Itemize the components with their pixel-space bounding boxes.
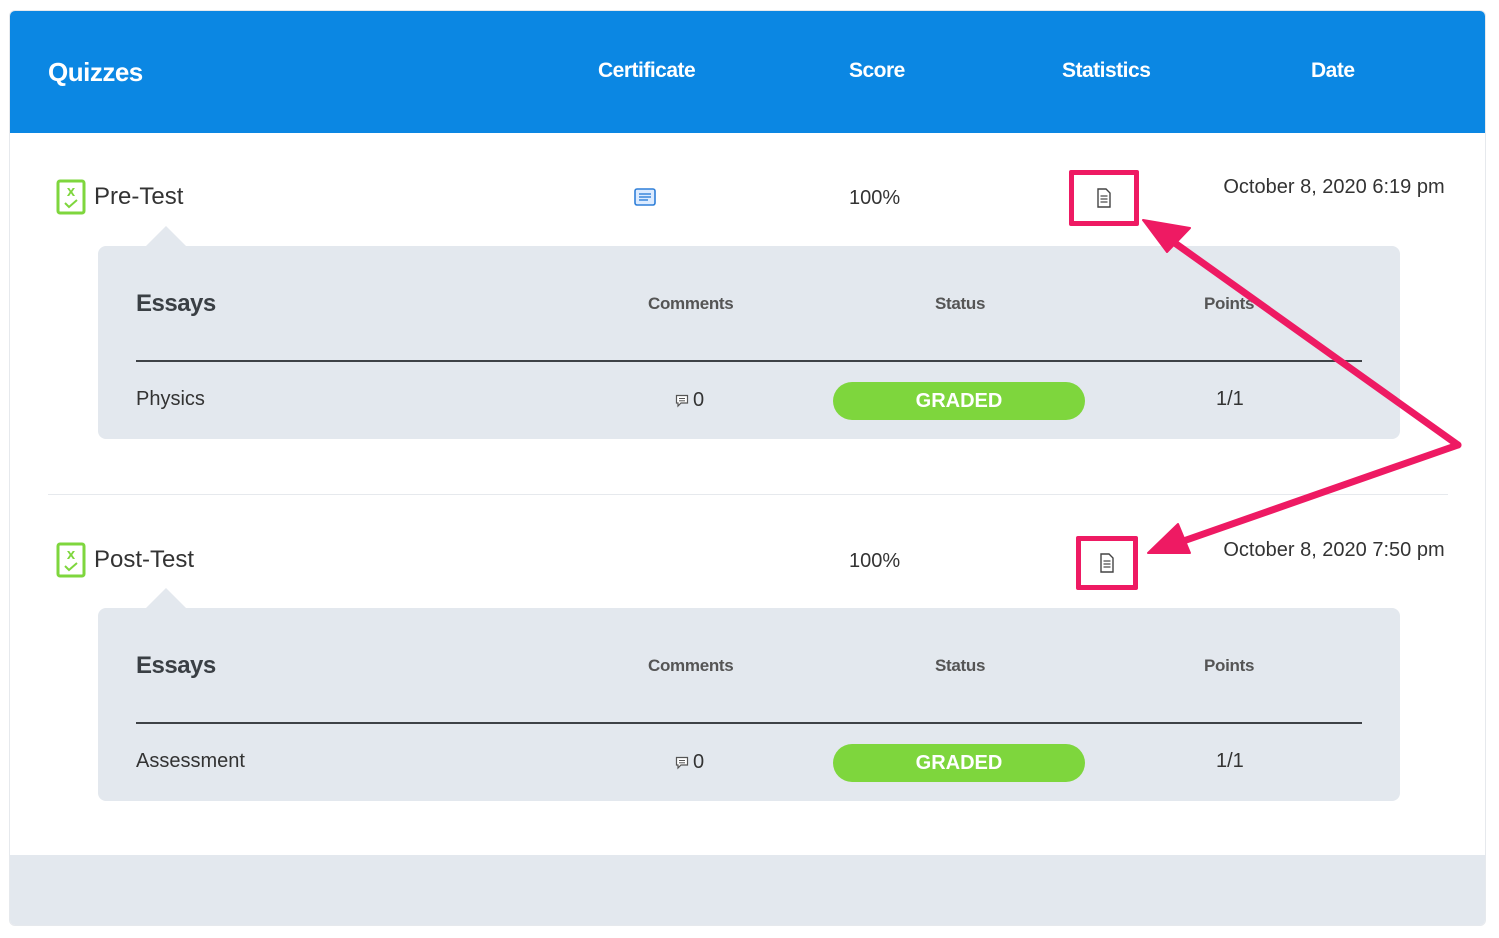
essay-name-link[interactable]: Assessment	[136, 750, 245, 773]
quiz-name-link[interactable]: Pre-Test	[94, 183, 183, 211]
essay-name-link[interactable]: Physics	[136, 388, 205, 411]
essay-box-notch	[146, 588, 186, 608]
comments-column-header: Comments	[648, 656, 734, 675]
score-column-header: Score	[849, 59, 905, 82]
essay-points: 1/1	[1216, 388, 1244, 410]
statistics-document-icon	[1097, 188, 1111, 208]
essay-comments[interactable]: 0	[675, 389, 704, 412]
essay-box-notch	[146, 226, 186, 246]
essays-header-divider	[136, 360, 1362, 362]
statistics-button[interactable]	[1069, 170, 1139, 226]
quiz-date: October 8, 2020 7:50 pm	[1223, 539, 1445, 561]
quizzes-header: Quizzes Certificate Score Statistics Dat…	[10, 11, 1485, 133]
quiz-icon: X	[56, 542, 86, 578]
statistics-document-icon	[1100, 553, 1114, 573]
certificate-icon[interactable]	[634, 188, 656, 206]
comments-column-header: Comments	[648, 294, 734, 313]
essays-table-post-test: Essays Comments Status Points Assessment…	[98, 588, 1400, 801]
quiz-icon: X	[56, 179, 86, 215]
quizzes-title: Quizzes	[48, 57, 143, 87]
quizzes-panel: Quizzes Certificate Score Statistics Dat…	[9, 10, 1486, 926]
panel-footer	[10, 855, 1485, 925]
status-badge: GRADED	[833, 744, 1085, 782]
comment-bubble-icon	[675, 756, 689, 769]
svg-text:X: X	[67, 549, 76, 562]
essay-comments-count: 0	[693, 751, 705, 773]
essay-comments[interactable]: 0	[675, 751, 704, 774]
status-column-header: Status	[935, 294, 986, 313]
essays-title: Essays	[136, 652, 216, 679]
status-badge: GRADED	[833, 382, 1085, 420]
points-column-header: Points	[1204, 656, 1255, 675]
svg-text:X: X	[67, 186, 76, 199]
quiz-score: 100%	[849, 187, 901, 209]
essays-table-pre-test: Essays Comments Status Points Physics 0 …	[98, 226, 1400, 439]
quiz-name-link[interactable]: Post-Test	[94, 546, 194, 574]
essay-comments-count: 0	[693, 389, 705, 411]
quiz-score: 100%	[849, 550, 901, 572]
date-column-header: Date	[1311, 59, 1355, 82]
quiz-divider	[48, 494, 1448, 495]
status-column-header: Status	[935, 656, 986, 675]
statistics-button[interactable]	[1076, 536, 1138, 590]
statistics-column-header: Statistics	[1062, 59, 1151, 82]
essay-points: 1/1	[1216, 750, 1244, 772]
points-column-header: Points	[1204, 294, 1255, 313]
essays-header-divider	[136, 722, 1362, 724]
essays-title: Essays	[136, 290, 216, 317]
comment-bubble-icon	[675, 394, 689, 407]
certificate-column-header: Certificate	[598, 59, 696, 82]
quiz-date: October 8, 2020 6:19 pm	[1223, 176, 1445, 198]
